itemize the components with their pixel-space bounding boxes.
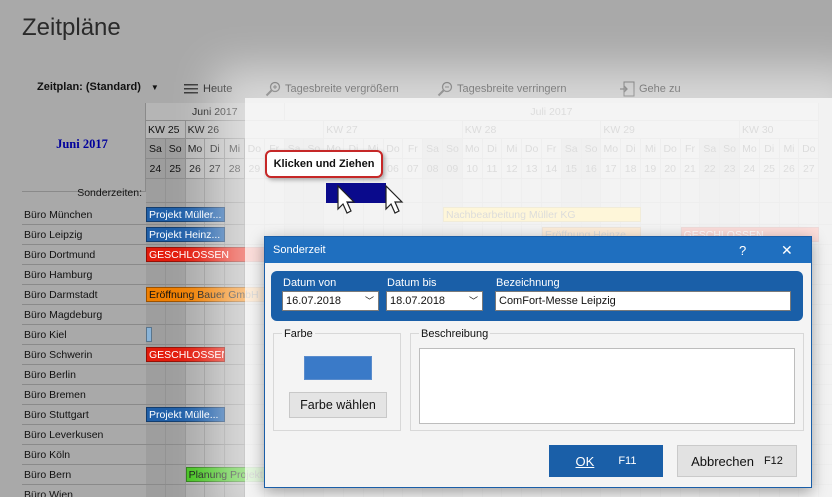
- date-to-field[interactable]: 18.07.2018 ﹀: [386, 291, 483, 311]
- office-row-label[interactable]: Büro Berlin: [22, 365, 146, 385]
- name-label: Bezeichnung: [496, 277, 560, 289]
- office-row-label[interactable]: Büro Wien: [22, 485, 146, 497]
- choose-color-button[interactable]: Farbe wählen: [289, 392, 387, 418]
- day-number-cell: 27: [205, 159, 226, 179]
- zoom-out-label: Tagesbreite verringern: [457, 83, 567, 95]
- choose-color-label: Farbe wählen: [300, 398, 376, 412]
- week-header: KW 25: [146, 121, 186, 139]
- office-row-label[interactable]: Büro Kiel: [22, 325, 146, 345]
- dialog-fields-panel: Datum von 16.07.2018 ﹀ Datum bis 18.07.20…: [271, 271, 803, 321]
- zoom-out-icon: [437, 81, 453, 97]
- day-number-cell: 24: [146, 159, 166, 179]
- zoom-in-label: Tagesbreite vergrößern: [285, 83, 399, 95]
- current-month-label: Juni 2017: [56, 137, 108, 151]
- color-group-label: Farbe: [282, 328, 315, 340]
- chevron-down-icon: ﹀: [364, 296, 374, 306]
- drag-hint-callout: Klicken und Ziehen: [265, 150, 383, 178]
- date-from-value: 16.07.2018: [286, 295, 342, 307]
- dropdown-arrow-icon: ▼: [150, 82, 159, 92]
- today-label: Heute: [203, 83, 233, 95]
- drag-cursor-illustration: [326, 183, 404, 214]
- zoom-in-button[interactable]: Tagesbreite vergrößern: [265, 81, 399, 97]
- office-row-label[interactable]: Büro München: [22, 205, 146, 225]
- description-label: Beschreibung: [419, 328, 491, 340]
- office-row-label[interactable]: Büro Stuttgart: [22, 405, 146, 425]
- toolbar: Zeitplan: (Standard) ▼ Heute Tagesbreite…: [0, 78, 832, 100]
- description-textarea[interactable]: [419, 348, 795, 424]
- schedule-bar[interactable]: Projekt Mülle...: [146, 407, 226, 422]
- office-row-label[interactable]: Büro Bremen: [22, 385, 146, 405]
- ok-shortcut: F11: [618, 455, 637, 467]
- schedule-selector[interactable]: Zeitplan: (Standard) ▼: [37, 81, 159, 93]
- office-row-label[interactable]: Büro Schwerin: [22, 345, 146, 365]
- special-times-label: Sonderzeiten:: [77, 187, 142, 199]
- day-number-cell: 26: [185, 159, 206, 179]
- office-row-label[interactable]: Büro Dortmund: [22, 245, 146, 265]
- help-button[interactable]: ?: [739, 243, 746, 258]
- schedule-bar[interactable]: Projekt Heinz...: [146, 227, 226, 242]
- goto-label: Gehe zu: [639, 83, 681, 95]
- ok-button[interactable]: OK F11: [549, 445, 663, 477]
- office-row-label[interactable]: Büro Bern: [22, 465, 146, 485]
- day-name-cell: Sa: [146, 139, 166, 159]
- schedule-selector-label: Zeitplan: (Standard): [37, 81, 141, 93]
- day-name-cell: Mo: [185, 139, 206, 159]
- day-number-cell: 28: [225, 159, 245, 179]
- goto-icon: [620, 81, 635, 97]
- name-field[interactable]: ComFort-Messe Leipzig: [495, 291, 791, 311]
- goto-button[interactable]: Gehe zu: [619, 81, 681, 97]
- office-row-label[interactable]: Büro Hamburg: [22, 265, 146, 285]
- ok-label: OK: [575, 453, 595, 469]
- day-name-cell: Di: [205, 139, 226, 159]
- today-button[interactable]: Heute: [183, 81, 232, 97]
- date-from-label: Datum von: [283, 277, 337, 289]
- zoom-in-icon: [265, 81, 281, 97]
- chevron-down-icon: ﹀: [468, 296, 478, 306]
- date-to-value: 18.07.2018: [390, 295, 446, 307]
- color-group: Farbe Farbe wählen: [273, 328, 401, 431]
- description-group: Beschreibung: [410, 328, 804, 431]
- cancel-button[interactable]: Abbrechen F12: [677, 445, 797, 477]
- page-title: Zeitpläne: [22, 14, 121, 41]
- dialog-titlebar: Sonderzeit ? ✕: [265, 237, 811, 263]
- zoom-out-button[interactable]: Tagesbreite verringern: [437, 81, 566, 97]
- schedule-bar[interactable]: GESCHLOSSEN: [146, 347, 226, 362]
- office-row-label[interactable]: Büro Darmstadt: [22, 285, 146, 305]
- date-to-label: Datum bis: [387, 277, 437, 289]
- special-time-dialog: Sonderzeit ? ✕ Datum von 16.07.2018 ﹀ Dat…: [264, 236, 812, 488]
- date-from-field[interactable]: 16.07.2018 ﹀: [282, 291, 379, 311]
- office-row-label[interactable]: Büro Leipzig: [22, 225, 146, 245]
- day-name-cell: Mi: [225, 139, 245, 159]
- name-value: ComFort-Messe Leipzig: [499, 295, 616, 307]
- color-swatch[interactable]: [304, 356, 372, 380]
- cancel-label: Abbrechen: [691, 453, 754, 469]
- office-row-label[interactable]: Büro Köln: [22, 445, 146, 465]
- day-name-cell: So: [165, 139, 186, 159]
- drag-selection: [326, 183, 386, 203]
- schedule-bar[interactable]: Projekt Müller...: [146, 207, 226, 222]
- drag-hint-text: Klicken und Ziehen: [273, 158, 375, 170]
- close-icon[interactable]: ✕: [781, 242, 793, 259]
- day-number-cell: 25: [165, 159, 186, 179]
- office-row-label[interactable]: Büro Leverkusen: [22, 425, 146, 445]
- calendar-list-icon: [184, 84, 198, 94]
- cancel-shortcut: F12: [763, 455, 783, 467]
- dialog-title: Sonderzeit: [273, 244, 326, 256]
- office-row-label[interactable]: Büro Magdeburg: [22, 305, 146, 325]
- schedule-bar-stub[interactable]: [146, 327, 152, 342]
